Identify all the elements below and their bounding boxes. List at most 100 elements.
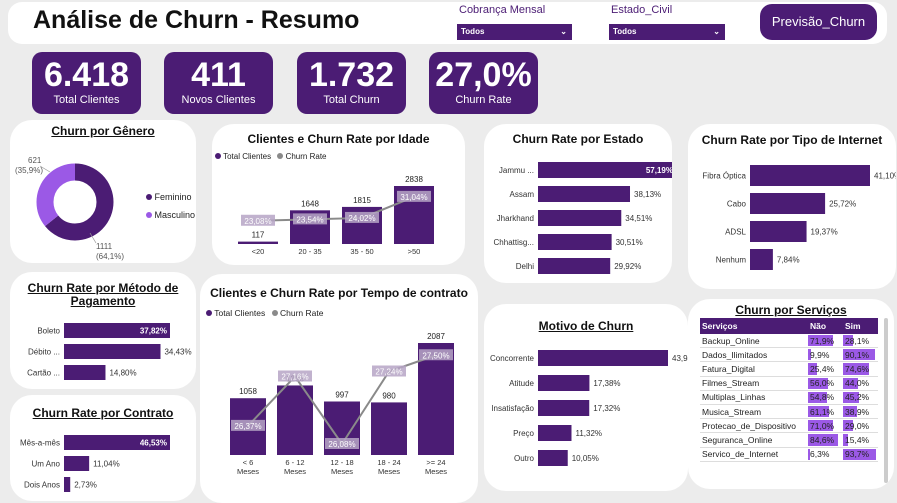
category-label: Atitude [509,379,534,388]
data-label: 29,92% [614,262,641,271]
service-name-cell: Protecao_de_Dispositivo [700,418,808,434]
card-clientes-tempo: Clientes e Churn Rate por Tempo de contr… [200,274,478,503]
card-churn-internet: Churn Rate por Tipo de Internet Fibra Óp… [688,124,896,289]
service-name-cell: Dados_Ilimitados [700,347,808,363]
data-label: 30,51% [616,238,643,247]
header-servicos[interactable]: Serviços [700,318,808,334]
service-nao-cell: 6,3% [808,447,843,462]
kpi-novos-clientes: 411 Novos Clientes [164,52,273,114]
cell-value: 84,6% [810,434,835,445]
data-label: 11,04% [93,460,120,469]
filter-estado-civil-label: Estado_Civil [611,4,673,16]
bar [750,193,826,214]
category-label: Assam [510,190,535,199]
line-value-label: 27,16% [281,373,308,382]
cell-value: 6,3% [810,449,830,460]
kpi-label: Total Clientes [53,94,120,106]
service-name-cell: Seguranca_Online [700,432,808,448]
bar [538,425,572,441]
category-label: Chhattisg... [494,238,534,247]
kpi-value: 1.732 [308,56,395,94]
chart-title: Churn por Serviços [735,303,847,317]
line-value-label: 23,08% [244,217,271,226]
data-label: 17,38% [593,379,620,388]
bar [538,234,612,250]
bar [538,400,590,416]
label-feminino-count: 1111 [96,242,113,251]
header-sim[interactable]: Sim [843,318,878,334]
table-row[interactable]: Fatura_Digital 25,4% 74,6% [700,361,878,377]
bar-value-label: 1648 [301,199,319,208]
line-value-label: 24,02% [348,214,375,223]
category-label: Outro [514,454,535,463]
table-row[interactable]: Protecao_de_Dispositivo 71,0% 29,0% [700,418,878,434]
category-label: Débito ... [28,348,60,357]
service-nao-cell: 71,0% [808,418,843,434]
data-label: 41,10% [874,172,896,181]
table-row[interactable]: Multiplas_Linhas 54,8% 45,2% [700,390,878,405]
bar-value-label: 2087 [427,332,445,341]
bar-value-label: 2838 [405,175,423,184]
table-row[interactable]: Servico_de_Internet 6,3% 93,7% [700,447,878,462]
service-sim-cell: 44,0% [843,376,878,391]
cell-value: 9,9% [810,349,830,360]
category-label: 35 - 50 [350,247,373,256]
data-label: 19,37% [811,228,838,237]
category-label: Insatisfação [491,404,534,413]
cell-value: 90,1% [845,349,870,360]
table-row[interactable]: Dados_Ilimitados 9,9% 90,1% [700,347,878,363]
service-sim-cell: 38,9% [843,404,878,420]
data-label: 57,19% [646,166,672,175]
header-nao[interactable]: Não [808,318,843,334]
category-label: 12 - 18 [330,458,353,467]
category-label: 18 - 24 [377,458,400,467]
label-feminino-pct: (64,1%) [96,252,125,261]
kpi-label: Churn Rate [455,94,512,106]
category-label: Cabo [727,200,747,209]
previsao-churn-button[interactable]: Previsão_Churn [760,4,877,40]
bar [371,402,407,455]
data-label: 43,94% [672,354,688,363]
service-sim-cell: 93,7% [843,447,878,462]
category-label: ADSL [725,228,746,237]
card-churn-estado: Churn Rate por Estado Jammu ... 57,19% Ass… [484,124,672,283]
category-label: Jammu ... [499,166,534,175]
category-label: Delhi [516,262,534,271]
category-label: Meses [237,467,259,476]
legend-dot [146,194,152,200]
cell-value: 45,2% [845,392,870,403]
table-row[interactable]: Backup_Online 71,9% 28,1% [700,334,878,349]
churn-rate-line [257,195,415,222]
data-label: 38,13% [634,190,661,199]
bar [538,350,668,366]
table-row[interactable]: Seguranca_Online 84,6% 15,4% [700,432,878,448]
service-sim-cell: 90,1% [843,347,878,363]
data-label: 11,32% [575,429,602,438]
table-row[interactable]: Musica_Stream 61,1% 38,9% [700,404,878,420]
category-label: Concorrente [490,354,535,363]
bar [238,241,278,244]
service-nao-cell: 71,9% [808,334,843,349]
service-sim-cell: 29,0% [843,418,878,434]
table-row[interactable]: Filmes_Stream 56,0% 44,0% [700,376,878,391]
category-label: Dois Anos [24,481,60,490]
data-label: 25,72% [829,200,856,209]
line-value-label: 26,37% [234,422,261,431]
card-churn-genero: Churn por Gênero 621 (35,9%) 1111 (64,1%… [10,120,196,263]
data-label: 17,32% [593,404,620,413]
category-label: Cartão ... [27,369,60,378]
kpi-value: 6.418 [43,56,130,94]
service-name-cell: Fatura_Digital [700,361,808,377]
data-label: 2,73% [74,481,97,490]
service-name-cell: Filmes_Stream [700,376,808,391]
chevron-down-icon: ⌄ [560,27,567,36]
filter-cobranca-value: Todos [461,27,485,36]
bar [538,450,568,466]
legend-feminino: Feminino [146,192,192,202]
category-label: >= 24 [426,458,445,467]
category-label: Meses [378,467,400,476]
filter-cobranca-dropdown[interactable]: Todos ⌄ [457,24,572,40]
filter-estado-civil-dropdown[interactable]: Todos ⌄ [609,24,725,40]
tenure-chart: 1058< 6Meses12966 - 12Meses99712 - 18Mes… [230,332,454,476]
scrollbar[interactable] [884,318,888,483]
